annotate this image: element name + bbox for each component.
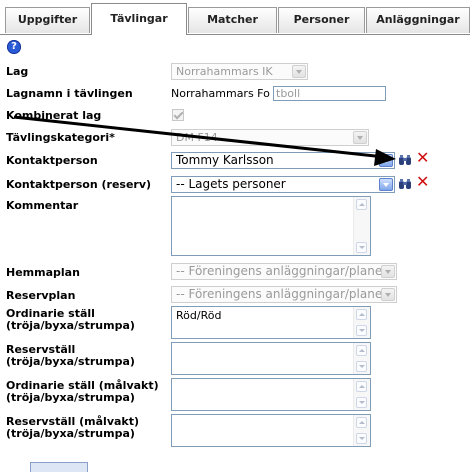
annotation-arrow [13, 115, 396, 166]
